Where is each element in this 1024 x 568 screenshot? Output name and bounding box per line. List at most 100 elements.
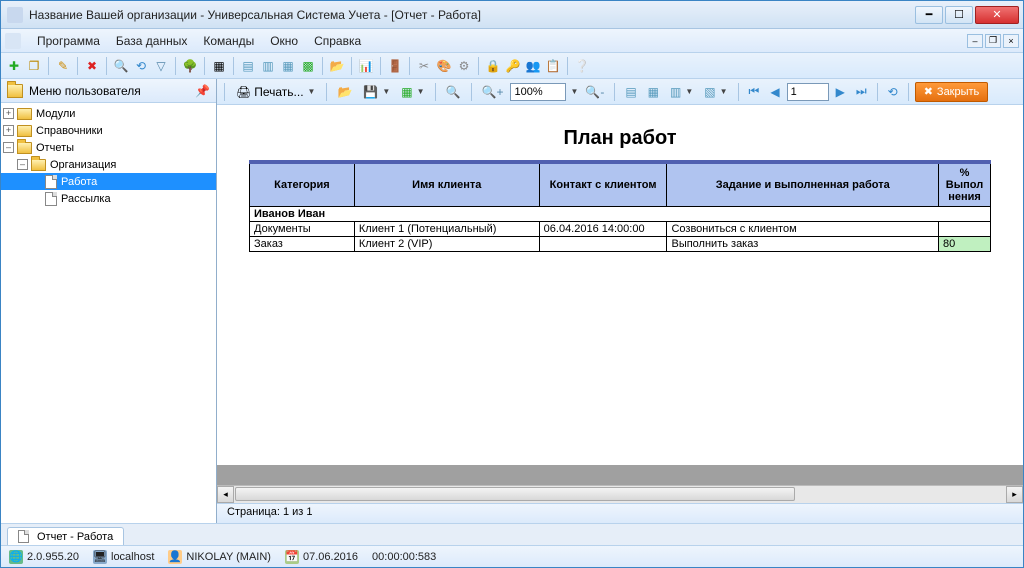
tree-references[interactable]: + Справочники (1, 122, 216, 139)
tree-icon[interactable]: 🌳 (181, 57, 199, 75)
menu-database[interactable]: База данных (108, 32, 195, 50)
expander-icon[interactable]: – (3, 142, 14, 153)
export2-icon[interactable]: ▥ (259, 57, 277, 75)
expander-icon[interactable]: + (3, 108, 14, 119)
help-icon[interactable]: ❔ (573, 57, 591, 75)
report-page: План работ Категория Имя клиента Контакт… (217, 105, 1023, 465)
zoom-input[interactable] (510, 83, 566, 101)
delete-icon[interactable]: ✖ (83, 57, 101, 75)
layout1-button[interactable]: ▤ (621, 82, 640, 102)
chart-icon[interactable]: 📊 (357, 57, 375, 75)
tab-report-work[interactable]: Отчет - Работа (7, 527, 124, 545)
open-button[interactable]: 📂 (333, 82, 356, 102)
filter-icon[interactable]: ▽ (152, 57, 170, 75)
grid-icon[interactable]: ▦ (210, 57, 228, 75)
find-button[interactable]: 🔍 (442, 82, 465, 102)
titlebar[interactable]: Название Вашей организации - Универсальн… (1, 1, 1023, 29)
mdi-minimize-button[interactable]: – (967, 34, 983, 48)
close-report-button[interactable]: ✖ Закрыть (915, 82, 989, 102)
import-icon[interactable]: 📂 (328, 57, 346, 75)
tree-modules[interactable]: + Модули (1, 105, 216, 122)
menu-program[interactable]: Программа (29, 32, 108, 50)
col-contact: Контакт с клиентом (539, 162, 667, 207)
status-version: 🌐 2.0.955.20 (9, 550, 79, 564)
window-title: Название Вашей организации - Универсальн… (29, 8, 915, 22)
search-icon[interactable]: 🔍 (112, 57, 130, 75)
calendar-icon: 📅 (285, 550, 299, 564)
tree-mailing[interactable]: Рассылка (1, 190, 216, 207)
table-row: Заказ Клиент 2 (VIP) Выполнить заказ 80 (250, 237, 991, 252)
export-button[interactable]: ▦▼ (397, 82, 428, 102)
zoom-in-button[interactable]: 🔍+ (478, 82, 508, 102)
lock-icon[interactable]: 🔒 (484, 57, 502, 75)
expander-icon[interactable]: + (3, 125, 14, 136)
report-viewport[interactable]: План работ Категория Имя клиента Контакт… (217, 105, 1023, 485)
layout2-button[interactable]: ▦ (644, 82, 663, 102)
col-task: Задание и выполненная работа (667, 162, 939, 207)
layout4-button[interactable]: ▧▼ (700, 82, 731, 102)
key-icon[interactable]: 🔑 (504, 57, 522, 75)
scroll-thumb[interactable] (235, 487, 795, 501)
mdi-restore-button[interactable]: ❐ (985, 34, 1001, 48)
sidebar: Меню пользователя 📌 + Модули + Справочни… (1, 79, 217, 523)
horizontal-scrollbar[interactable]: ◂ ▸ (217, 485, 1023, 503)
report-title: План работ (227, 127, 1013, 150)
app-icon (7, 7, 23, 23)
main-area: 🖨 Печать... ▼ 📂 💾▼ ▦▼ 🔍 🔍+ ▼ 🔍- ▤ ▦ ▥▼ (217, 79, 1023, 523)
document-tabs: Отчет - Работа (1, 523, 1023, 545)
log-icon[interactable]: 📋 (544, 57, 562, 75)
minimize-button[interactable]: ━ (915, 6, 943, 24)
save-button[interactable]: 💾▼ (359, 82, 394, 102)
status-time: 00:00:00:583 (372, 551, 436, 563)
pin-icon[interactable]: 📌 (195, 84, 210, 98)
print-button[interactable]: 🖨 Печать... ▼ (231, 82, 320, 102)
mdi-buttons: – ❐ × (967, 34, 1019, 48)
prev-page-button[interactable]: ◀ (766, 82, 783, 102)
export3-icon[interactable]: ▦ (279, 57, 297, 75)
scroll-left-button[interactable]: ◂ (217, 486, 234, 503)
status-date: 📅 07.06.2016 (285, 550, 358, 564)
refresh-icon[interactable]: ⟲ (132, 57, 150, 75)
server-icon: 🖥 (93, 550, 107, 564)
tree-work[interactable]: Работа (1, 173, 216, 190)
zoom-dropdown-icon[interactable]: ▼ (570, 87, 578, 96)
close-icon: ✖ (924, 85, 933, 98)
tree-reports[interactable]: – Отчеты (1, 139, 216, 156)
menu-help[interactable]: Справка (306, 32, 369, 50)
layout3-button[interactable]: ▥▼ (666, 82, 697, 102)
menu-commands[interactable]: Команды (195, 32, 262, 50)
report-table: Категория Имя клиента Контакт с клиентом… (249, 160, 991, 252)
copy-icon[interactable]: ❐ (25, 57, 43, 75)
table-row: Документы Клиент 1 (Потенциальный) 06.04… (250, 222, 991, 237)
close-button[interactable]: ✕ (975, 6, 1019, 24)
app-window: Название Вашей организации - Универсальн… (0, 0, 1024, 568)
sidebar-header: Меню пользователя 📌 (1, 79, 216, 103)
mdi-close-button[interactable]: × (1003, 34, 1019, 48)
users-icon[interactable]: 👥 (524, 57, 542, 75)
gear-icon[interactable]: ⚙ (455, 57, 473, 75)
exit-icon[interactable]: 🚪 (386, 57, 404, 75)
add-icon[interactable]: ✚ (5, 57, 23, 75)
first-page-button[interactable]: ⏮ (745, 82, 764, 102)
folder-icon (17, 125, 32, 137)
export-excel-icon[interactable]: ▩ (299, 57, 317, 75)
status-user: 👤 NIKOLAY (MAIN) (168, 550, 271, 564)
tree: + Модули + Справочники – Отчеты – (1, 103, 216, 523)
maximize-button[interactable]: ☐ (945, 6, 973, 24)
menu-window[interactable]: Окно (262, 32, 306, 50)
scroll-right-button[interactable]: ▸ (1006, 486, 1023, 503)
tree-organization[interactable]: – Организация (1, 156, 216, 173)
next-page-button[interactable]: ▶ (832, 82, 849, 102)
edit-icon[interactable]: ✎ (54, 57, 72, 75)
globe-icon: 🌐 (9, 550, 23, 564)
content: Меню пользователя 📌 + Модули + Справочни… (1, 79, 1023, 523)
last-page-button[interactable]: ⏭ (852, 82, 871, 102)
palette-icon[interactable]: 🎨 (435, 57, 453, 75)
expander-icon[interactable]: – (17, 159, 28, 170)
export1-icon[interactable]: ▤ (239, 57, 257, 75)
folder-icon (7, 84, 23, 98)
refresh-report-button[interactable]: ⟲ (884, 82, 902, 102)
tools-icon[interactable]: ✂ (415, 57, 433, 75)
page-input[interactable] (787, 83, 829, 101)
zoom-out-button[interactable]: 🔍- (581, 82, 608, 102)
